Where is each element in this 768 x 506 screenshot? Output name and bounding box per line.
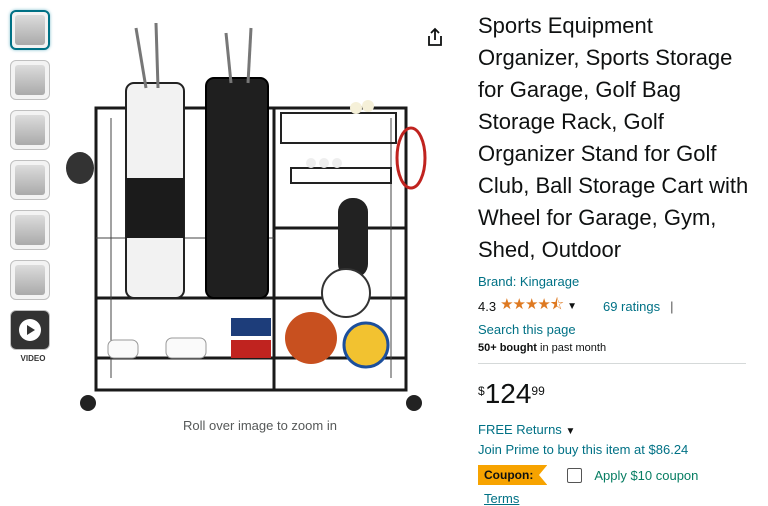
thumbnail-image (15, 15, 45, 45)
thumbnail-3[interactable] (10, 110, 50, 150)
free-returns-label: FREE Returns (478, 422, 562, 437)
coupon-text[interactable]: Apply $10 coupon (594, 468, 698, 483)
price-symbol: $ (478, 384, 485, 398)
play-icon (19, 319, 41, 341)
thumbnail-2[interactable] (10, 60, 50, 100)
prime-offer-link[interactable]: Join Prime to buy this item at $86.24 (478, 442, 760, 457)
coupon-checkbox[interactable] (567, 467, 583, 483)
price-fraction: 99 (531, 384, 545, 398)
video-label: VIDEO (20, 354, 46, 363)
thumbnail-5[interactable] (10, 210, 50, 250)
terms-link[interactable]: Terms (484, 491, 760, 506)
rating-value: 4.3 (478, 299, 497, 314)
chevron-down-icon[interactable]: ▼ (567, 301, 577, 312)
product-info: Sports Equipment Organizer, Sports Stora… (478, 10, 760, 506)
divider (478, 363, 746, 364)
thumbnail-image (15, 115, 45, 145)
thumbnail-6[interactable] (10, 260, 50, 300)
search-page-link[interactable]: Search this page (478, 322, 760, 337)
thumbnail-image (15, 265, 45, 295)
product-title: Sports Equipment Organizer, Sports Stora… (478, 13, 749, 262)
free-returns-link[interactable]: FREE Returns ▼ (478, 422, 760, 437)
thumbnail-image (15, 165, 45, 195)
chevron-down-icon: ▼ (565, 426, 576, 437)
thumbnail-image (15, 215, 45, 245)
coupon-row: Coupon: Apply $10 coupon (478, 465, 760, 485)
video-thumbnail[interactable] (10, 310, 50, 350)
thumbnail-image (15, 65, 45, 95)
coupon-badge: Coupon: (478, 465, 548, 485)
product-image[interactable] (66, 8, 428, 418)
bought-count-bold: 50+ bought (478, 342, 537, 354)
brand-link[interactable]: Brand: Kingarage (478, 274, 760, 289)
bought-count-rest: in past month (536, 342, 607, 354)
price-whole: 124 (484, 378, 532, 409)
price: $ 124 99 (478, 380, 760, 408)
thumbnail-strip: VIDEO (10, 10, 56, 363)
ratings-count-link[interactable]: 69 ratings (603, 299, 660, 314)
zoom-hint: Roll over image to zoom in (183, 418, 337, 433)
rating-row: 4.3 ★★★★⯪ ▼ 69 ratings | (478, 294, 760, 319)
star-rating-icon[interactable]: ★★★★⯪ (500, 294, 564, 319)
thumbnail-4[interactable] (10, 160, 50, 200)
thumbnail-1[interactable] (10, 10, 50, 50)
separator: | (670, 299, 674, 314)
bought-count: 50+ bought in past month (478, 342, 760, 354)
